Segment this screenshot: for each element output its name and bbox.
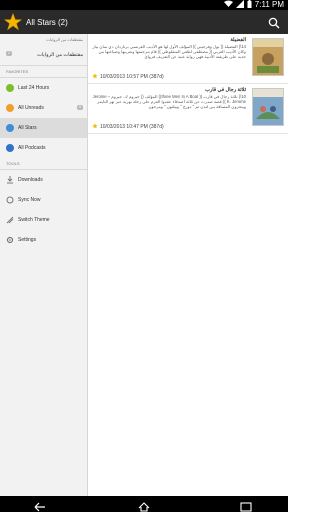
wifi-icon xyxy=(223,0,233,10)
sidebar-item-all-stars[interactable]: All Stars xyxy=(0,118,87,138)
sidebar-item-switch-theme[interactable]: Switch Theme xyxy=(0,210,87,230)
sidebar-item-sync-now[interactable]: Sync Now xyxy=(0,190,87,210)
article-title: ثلاثة رجال في قارب xyxy=(205,87,246,93)
recent-apps-icon[interactable] xyxy=(240,499,252,512)
battery-icon xyxy=(247,0,252,10)
status-time: 7:11 PM xyxy=(254,0,284,9)
sidebar-item-label: Switch Theme xyxy=(18,217,50,223)
all-stars-icon xyxy=(6,124,14,132)
list-item[interactable]: الفضيلة 14\) الفضيلة (( بول وفرجيني )) ا… xyxy=(88,34,288,84)
sidebar-item-label: Sync Now xyxy=(18,197,41,203)
theme-icon xyxy=(6,216,14,224)
sidebar-item-label: Downloads xyxy=(18,177,43,183)
star-icon[interactable] xyxy=(92,73,98,81)
unread-count-badge: 5 xyxy=(77,105,83,110)
star-icon[interactable] xyxy=(92,123,98,131)
drawer-header-label: مقتطفات من الروايات xyxy=(46,37,83,42)
feed-count-badge: 2 xyxy=(6,51,12,56)
article-title: الفضيلة xyxy=(230,37,246,43)
article-meta: 10/03/2013 10:47 PM (387d) xyxy=(92,123,164,131)
home-icon[interactable] xyxy=(138,499,150,512)
feed-label: مقتطفات من الروايات xyxy=(37,51,83,58)
sidebar-item-label: Settings xyxy=(18,237,37,243)
feed-item[interactable]: 2 مقتطفات من الروايات xyxy=(0,44,87,66)
gear-icon xyxy=(6,236,14,244)
sidebar-item-settings[interactable]: Settings xyxy=(0,230,87,250)
action-bar: All Stars (2) xyxy=(0,10,288,34)
sync-icon xyxy=(6,196,14,204)
page-title: All Stars (2) xyxy=(26,17,68,27)
article-date: 10/03/2013 10:57 PM (387d) xyxy=(100,74,164,80)
star-logo-icon[interactable] xyxy=(3,12,23,31)
article-thumbnail xyxy=(252,38,284,76)
navigation-drawer: مقتطفات من الروايات 2 مقتطفات من الروايا… xyxy=(0,34,88,496)
all-podcasts-icon xyxy=(6,144,14,152)
list-item[interactable]: ثلاثة رجال في قارب 10\) ثلاثة رجال في قا… xyxy=(88,84,288,134)
article-thumbnail xyxy=(252,88,284,126)
article-snippet: 14\) الفضيلة (( بول وفرجيني )) المؤلف ال… xyxy=(92,44,246,60)
sidebar-item-last-24-hours[interactable]: Last 24 Hours xyxy=(0,78,87,98)
article-meta: 10/03/2013 10:57 PM (387d) xyxy=(92,73,164,81)
signal-icon xyxy=(235,0,244,10)
back-icon[interactable] xyxy=(34,499,46,512)
sidebar-item-downloads[interactable]: Downloads xyxy=(0,170,87,190)
search-icon[interactable] xyxy=(268,16,280,29)
sidebar-item-all-podcasts[interactable]: All Podcasts xyxy=(0,138,87,158)
last-24-hours-icon xyxy=(6,84,14,92)
article-list: الفضيلة 14\) الفضيلة (( بول وفرجيني )) ا… xyxy=(88,34,288,496)
section-tools: TOOLS xyxy=(0,158,87,170)
sidebar-item-label: Last 24 Hours xyxy=(18,85,50,91)
section-favorites: FAVORITES xyxy=(0,66,87,78)
system-navigation-bar xyxy=(0,496,288,512)
status-bar: 7:11 PM xyxy=(0,0,288,10)
article-snippet: 10\) ثلاثة رجال في قارب (( three Men In … xyxy=(92,94,246,110)
sidebar-item-label: All Podcasts xyxy=(18,145,46,151)
all-unreads-icon xyxy=(6,104,14,112)
sidebar-item-all-unreads[interactable]: All Unreads 5 xyxy=(0,98,87,118)
downloads-icon xyxy=(6,176,14,184)
sidebar-item-label: All Stars xyxy=(18,125,37,131)
article-date: 10/03/2013 10:47 PM (387d) xyxy=(100,124,164,130)
